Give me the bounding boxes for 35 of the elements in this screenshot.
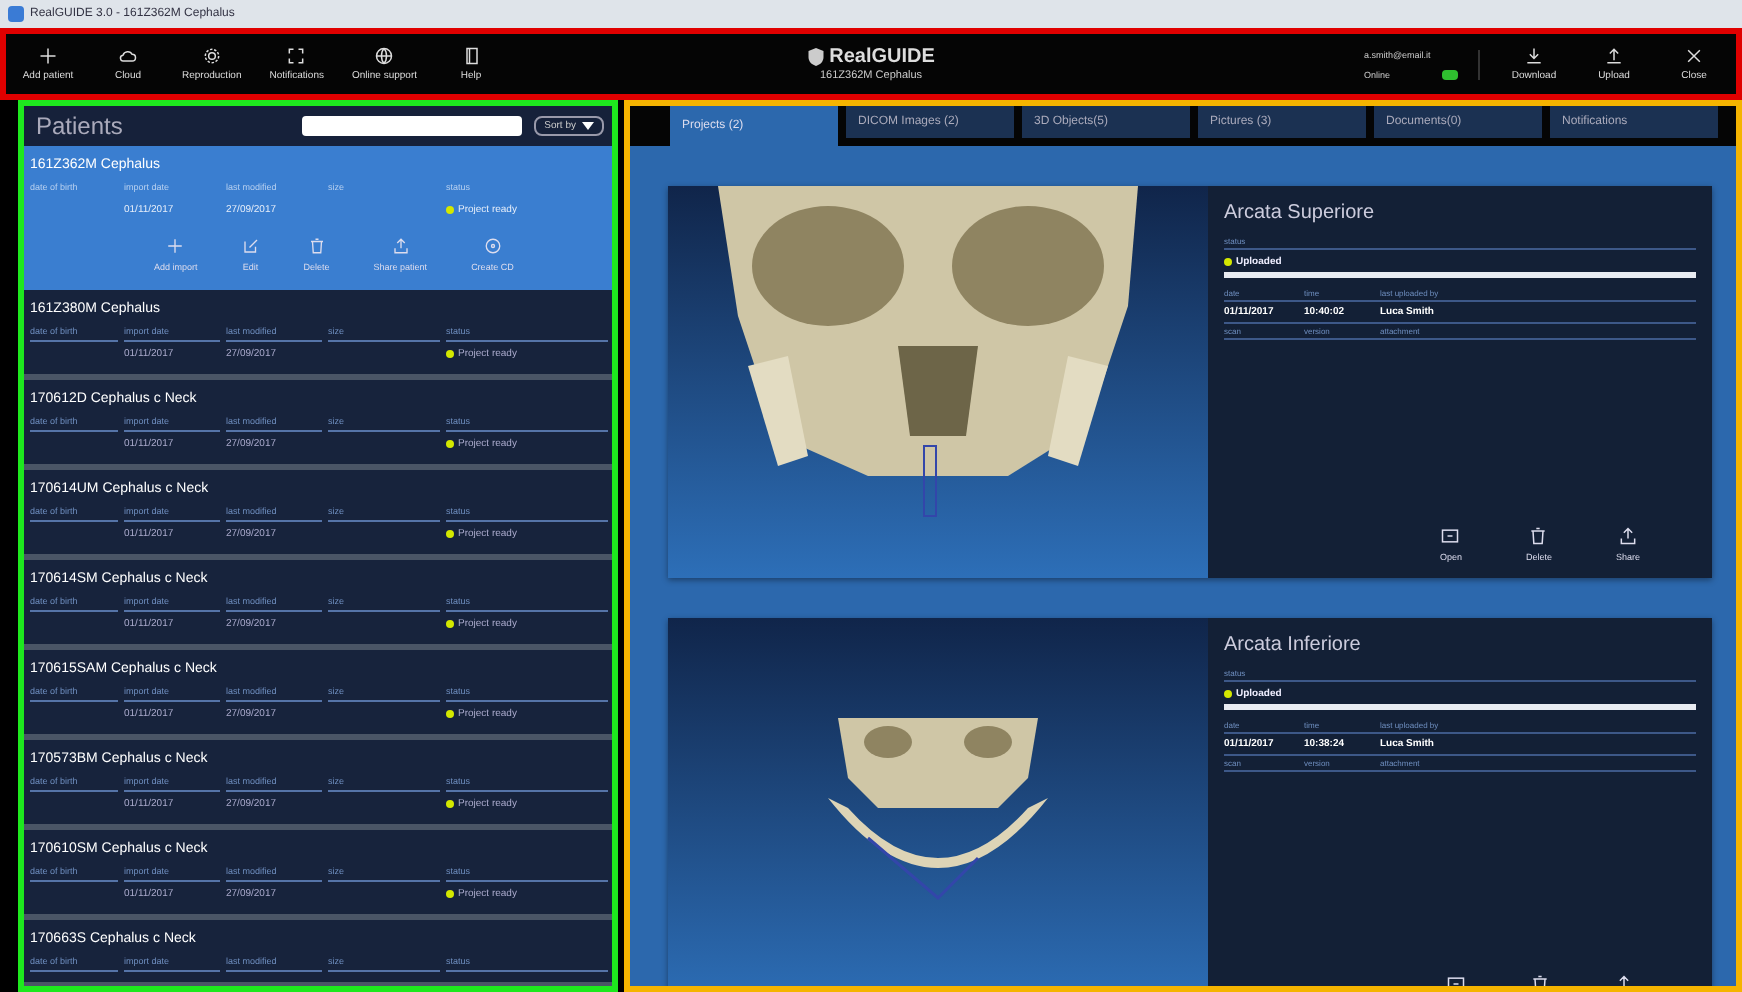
caret-icon [582,122,594,130]
expand-icon [286,46,307,66]
project-title: Arcata Superiore [1224,202,1377,224]
image-icon [1440,526,1461,546]
project-title: Arcata Inferiore [1224,634,1363,656]
plus-icon [166,236,185,256]
cloud-icon [118,46,138,66]
status-dot [446,350,454,358]
trash-icon [307,236,326,256]
plus-icon [38,46,58,66]
book-icon [461,46,482,66]
share-icon [391,236,410,256]
status-dot [446,440,454,448]
status-dot [1224,258,1232,266]
panel-title: Patients [36,112,125,140]
globe-icon [374,46,395,66]
app-icon [8,6,24,22]
logo-text: RealGUIDE [829,46,935,68]
status-dot [446,206,454,214]
disc-icon [483,236,502,256]
close-icon [1684,46,1704,66]
trash-icon [1528,526,1549,546]
upload-icon [1604,46,1624,66]
status-dot [1224,690,1232,698]
status-dot [446,710,454,718]
status-dot [446,890,454,898]
settings-icon [201,46,222,66]
download-icon [1524,46,1544,66]
share-icon [1618,526,1638,546]
edit-icon [241,236,260,256]
search-field[interactable] [302,116,523,136]
shield-icon [807,48,824,66]
status-dot [446,620,454,628]
status-dot [446,800,454,808]
status-dot [446,530,454,538]
